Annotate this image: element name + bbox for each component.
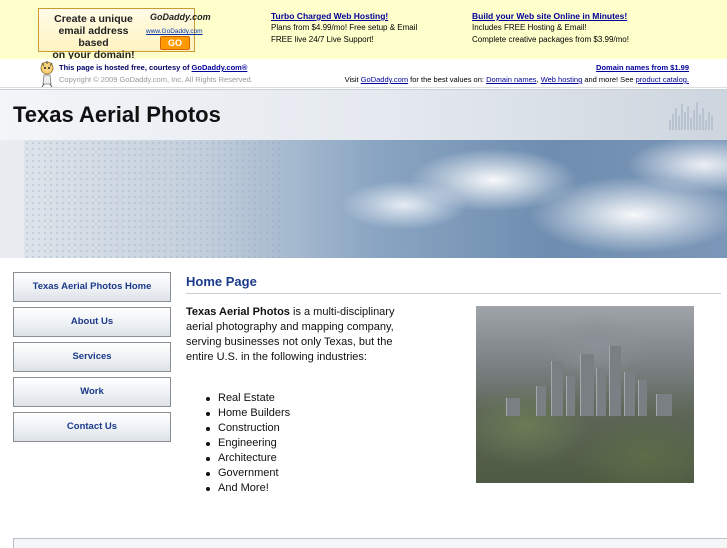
nav-item-services[interactable]: Services [13, 342, 171, 372]
nav-item-home[interactable]: Texas Aerial Photos Home [13, 272, 171, 302]
equalizer-bar [705, 120, 707, 130]
header-title-band: Texas Aerial Photos [0, 90, 727, 140]
list-item: Real Estate [204, 391, 290, 406]
equalizer-bar [708, 112, 710, 130]
visit-mid-text: for the best values on: [408, 75, 487, 84]
sidebar-nav: Texas Aerial Photos Home About Us Servic… [13, 272, 171, 447]
nav-item-about-us[interactable]: About Us [13, 307, 171, 337]
ad-text-line: email address based [58, 25, 129, 49]
nav-item-work[interactable]: Work [13, 377, 171, 407]
go-button[interactable]: GO [160, 36, 190, 50]
ad-url-link[interactable]: www.GoDaddy.com [146, 28, 203, 35]
ad-text-line: Create a unique [54, 13, 133, 25]
visit-prefix: Visit [344, 75, 361, 84]
nav-item-contact-us[interactable]: Contact Us [13, 412, 171, 442]
building-shape [506, 398, 520, 416]
company-name: Texas Aerial Photos [186, 306, 290, 318]
heading-divider [186, 293, 721, 294]
building-shape [656, 394, 672, 416]
copyright-text: Copyright © 2009 GoDaddy.com, Inc. All R… [59, 75, 253, 84]
product-catalog-link[interactable]: product catalog. [636, 75, 689, 84]
hosting-bar: This page is hosted free, courtesy of Go… [0, 59, 727, 88]
building-shape [536, 386, 546, 416]
equalizer-bar [678, 116, 680, 130]
list-item: Engineering [204, 436, 290, 451]
building-shape [566, 376, 575, 416]
equalizer-bar [687, 106, 689, 130]
list-item: And More! [204, 481, 290, 496]
visit-mid-text: and more! See [582, 75, 636, 84]
building-shape [580, 354, 594, 416]
brand-name: GoDaddy.com [150, 12, 211, 22]
visit-godaddy-text: Visit GoDaddy.com for the best values on… [345, 75, 689, 84]
promo-website-builder: Build your Web site Online in Minutes! I… [472, 10, 629, 46]
equalizer-bar [690, 118, 692, 130]
equalizer-bar [693, 110, 695, 130]
promo-title-link[interactable]: Build your Web site Online in Minutes! [472, 10, 629, 22]
industries-list: Real Estate Home Builders Construction E… [204, 391, 290, 496]
equalizer-bar [681, 104, 683, 130]
promo-title-link[interactable]: Turbo Charged Web Hosting! [271, 10, 417, 22]
equalizer-bar [684, 112, 686, 130]
equalizer-bar [675, 108, 677, 130]
list-item: Home Builders [204, 406, 290, 421]
promo-line: Includes FREE Hosting & Email! [472, 23, 587, 32]
equalizer-decoration-icon [669, 102, 715, 130]
ad-text: Create a unique email address based on y… [42, 13, 145, 61]
footer [13, 538, 727, 548]
equalizer-bar [711, 116, 713, 130]
godaddy-visit-link[interactable]: GoDaddy.com [361, 75, 408, 84]
building-shape [638, 380, 647, 416]
promo-line: Plans from $4.99/mo! Free setup & Email [271, 23, 418, 32]
site-header: Texas Aerial Photos [0, 89, 727, 268]
ad-banner: Create a unique email address based on y… [0, 0, 727, 61]
header-bottom-band [0, 258, 727, 268]
list-item: Construction [204, 421, 290, 436]
building-shape [551, 361, 563, 416]
hosted-by-prefix: This page is hosted free, courtesy of [59, 63, 192, 72]
equalizer-bar [669, 120, 671, 130]
aerial-city-photo [476, 306, 694, 483]
godaddy-email-ad[interactable]: Create a unique email address based on y… [38, 8, 211, 61]
hosted-by-text: This page is hosted free, courtesy of Go… [59, 63, 247, 72]
domain-names-link[interactable]: Domain names from $1.99 [596, 63, 689, 72]
intro-paragraph: Texas Aerial Photos is a multi-disciplin… [186, 305, 411, 365]
promo-hosting: Turbo Charged Web Hosting! Plans from $4… [271, 10, 417, 46]
equalizer-bar [672, 114, 674, 130]
building-shape [624, 372, 635, 416]
mascot-icon [40, 61, 54, 87]
building-shape [609, 346, 621, 416]
godaddy-link[interactable]: GoDaddy.com® [192, 63, 248, 72]
dot-grid-decoration [24, 140, 284, 258]
page-heading: Home Page [186, 274, 257, 289]
list-item: Government [204, 466, 290, 481]
equalizer-bar [699, 114, 701, 130]
promo-line: FREE live 24/7 Live Support! [271, 35, 374, 44]
promo-line: Complete creative packages from $3.99/mo… [472, 35, 629, 44]
domain-names-link-2[interactable]: Domain names [486, 75, 536, 84]
equalizer-bar [702, 108, 704, 130]
list-item: Architecture [204, 451, 290, 466]
equalizer-bar [696, 102, 698, 130]
godaddy-logo: GoDaddy.com www.GoDaddy.com GO [146, 11, 211, 51]
web-hosting-link[interactable]: Web hosting [541, 75, 583, 84]
building-shape [596, 368, 606, 416]
site-title: Texas Aerial Photos [13, 102, 221, 127]
